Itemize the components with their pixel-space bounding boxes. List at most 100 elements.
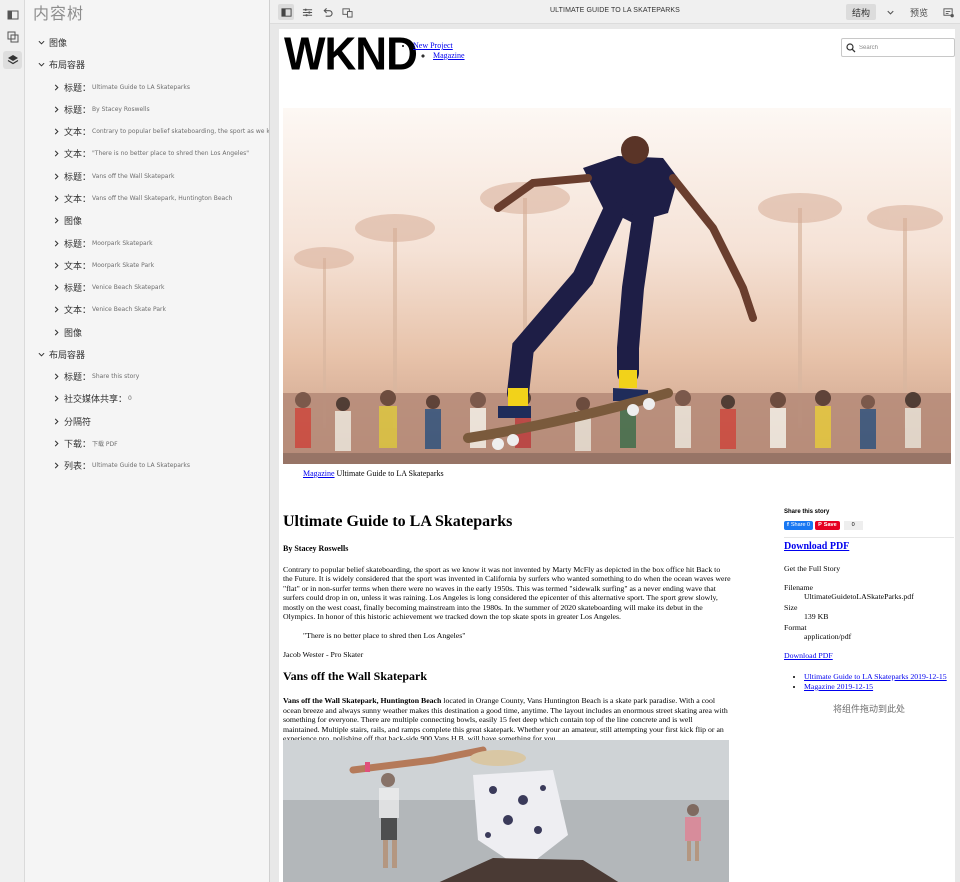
- preview-mode-button[interactable]: 预览: [910, 4, 928, 20]
- search-input[interactable]: [859, 41, 949, 55]
- social-share-row: f Share 0 P Save 0: [784, 520, 954, 538]
- tree-node[interactable]: 布局容器: [37, 55, 86, 73]
- article-main: Ultimate Guide to LA Skateparks By Stace…: [283, 509, 731, 743]
- facebook-share-label: Share 0: [790, 522, 811, 528]
- site-logo[interactable]: WKND: [284, 31, 418, 77]
- chevron-down-icon[interactable]: [37, 60, 46, 69]
- tree-node[interactable]: 文本： "There is no better place to shred th…: [52, 144, 249, 162]
- list-link[interactable]: Ultimate Guide to LA Skateparks 2019-12-…: [804, 672, 947, 681]
- tree-node-value: 0: [128, 394, 132, 402]
- tree-node-label: 图像: [64, 216, 83, 227]
- tree-node[interactable]: 图像: [37, 33, 68, 51]
- emulator-icon[interactable]: [339, 4, 355, 20]
- tree-node[interactable]: 列表： Ultimate Guide to LA Skateparks: [52, 456, 190, 474]
- chevron-right-icon[interactable]: [52, 394, 61, 403]
- pinterest-save-button[interactable]: P Save: [815, 520, 840, 530]
- chevron-down-icon[interactable]: [882, 4, 898, 20]
- tree-node[interactable]: 标题： Moorpark Skatepark: [52, 234, 153, 252]
- chevron-right-icon[interactable]: [52, 172, 61, 181]
- chevron-right-icon[interactable]: [52, 83, 61, 92]
- chevron-right-icon[interactable]: [52, 461, 61, 470]
- tree-node-label: 分隔符: [64, 417, 92, 428]
- content-tree-panel: 内容树 图像 布局容器 标题： Ultimate Guide to LA Skatep…: [25, 0, 270, 882]
- tree-node-label: 文本：: [64, 261, 92, 272]
- chevron-right-icon[interactable]: [52, 417, 61, 426]
- chevron-right-icon[interactable]: [52, 127, 61, 136]
- toggle-side-panel-icon[interactable]: [278, 4, 294, 20]
- tree-node[interactable]: 下载： 下载 PDF: [52, 434, 118, 452]
- search-box: [841, 38, 955, 57]
- article-quote: "There is no better place to shred then …: [303, 631, 466, 641]
- article-image: [283, 740, 729, 882]
- tree-node[interactable]: 图像: [52, 323, 83, 341]
- component-dropzone[interactable]: 将组件拖动到此处: [784, 702, 954, 715]
- nav-link-magazine[interactable]: Magazine: [433, 51, 465, 60]
- nav-item: New Project Magazine: [413, 41, 465, 61]
- search-icon: [846, 43, 856, 53]
- tree-node-value: Venice Beach Skate Park: [92, 305, 166, 313]
- page-properties-icon[interactable]: [299, 4, 315, 20]
- nav-link-new-project[interactable]: New Project: [413, 41, 453, 50]
- chevron-right-icon[interactable]: [52, 305, 61, 314]
- tree-node[interactable]: 文本： Contrary to popular belief skateboard…: [52, 122, 269, 140]
- tree-node[interactable]: 分隔符: [52, 412, 92, 430]
- download-pdf-link[interactable]: Download PDF: [784, 651, 954, 660]
- tree-node-value: Ultimate Guide to LA Skateparks: [92, 83, 190, 91]
- hero-image: [283, 108, 951, 464]
- structure-mode-button[interactable]: 结构: [846, 4, 876, 20]
- layers-icon[interactable]: [3, 51, 22, 69]
- tree-node-value: Venice Beach Skatepark: [92, 283, 165, 291]
- download-description: Get the Full Story: [784, 564, 841, 573]
- list-item: Ultimate Guide to LA Skateparks 2019-12-…: [804, 672, 954, 681]
- chevron-right-icon[interactable]: [52, 283, 61, 292]
- annotations-icon[interactable]: [940, 4, 956, 20]
- tree-node-value: Moorpark Skate Park: [92, 261, 155, 269]
- tree-node-label: 标题：: [64, 239, 92, 250]
- tree-node-value: "There is no better place to shred then …: [92, 149, 250, 157]
- tree-node[interactable]: 图像: [52, 211, 83, 229]
- list-link[interactable]: Magazine 2019-12-15: [804, 682, 873, 691]
- facebook-share-button[interactable]: f Share 0: [784, 520, 814, 530]
- tree-node[interactable]: 文本： Venice Beach Skate Park: [52, 300, 166, 318]
- chevron-right-icon[interactable]: [52, 149, 61, 158]
- tree-node[interactable]: 社交媒体共享： 0: [52, 389, 132, 407]
- tree-node[interactable]: 文本： Vans off the Wall Skatepark, Huntingt…: [52, 189, 232, 207]
- breadcrumb-link-magazine[interactable]: Magazine: [303, 469, 335, 478]
- download-title-link[interactable]: Download PDF: [784, 541, 954, 552]
- chevron-right-icon[interactable]: [52, 328, 61, 337]
- chevron-right-icon[interactable]: [52, 372, 61, 381]
- article-title: Ultimate Guide to LA Skateparks: [283, 513, 513, 530]
- tree-node[interactable]: 布局容器: [37, 345, 86, 363]
- tree-node-value: 下载 PDF: [92, 440, 118, 448]
- chevron-right-icon[interactable]: [52, 239, 61, 248]
- chevron-down-icon[interactable]: [37, 38, 46, 47]
- page-frame: WKND New Project Magazine: [279, 29, 955, 882]
- list-item: Magazine 2019-12-15: [804, 682, 954, 691]
- chevron-down-icon[interactable]: [37, 350, 46, 359]
- chevron-right-icon[interactable]: [52, 261, 61, 270]
- tree-node[interactable]: 标题： Venice Beach Skatepark: [52, 278, 165, 296]
- chevron-right-icon[interactable]: [52, 439, 61, 448]
- assets-icon[interactable]: [3, 28, 22, 46]
- tree-node[interactable]: 标题： Ultimate Guide to LA Skateparks: [52, 78, 190, 96]
- tree-node-label: 列表：: [64, 461, 92, 472]
- tree-node-label: 下载：: [64, 439, 92, 450]
- tree-node[interactable]: 标题： Vans off the Wall Skatepark: [52, 167, 174, 185]
- paragraph-bold-lead: Vans off the Wall Skatepark, Huntington …: [283, 696, 442, 706]
- chevron-right-icon[interactable]: [52, 216, 61, 225]
- tree-node-value: Vans off the Wall Skatepark: [92, 172, 175, 180]
- tree-node-label: 文本：: [64, 149, 92, 160]
- tree-node[interactable]: 文本： Moorpark Skate Park: [52, 256, 154, 274]
- chevron-right-icon[interactable]: [52, 105, 61, 114]
- pinterest-save-label: Save: [823, 522, 837, 528]
- article-paragraph-2: Vans off the Wall Skatepark, Huntington …: [283, 696, 731, 743]
- share-count: 0: [843, 520, 863, 530]
- undo-icon[interactable]: [319, 4, 335, 20]
- tree-node-label: 标题：: [64, 105, 92, 116]
- tree-node[interactable]: 标题： Share this story: [52, 367, 139, 385]
- tree-node-value: Moorpark Skatepark: [92, 239, 153, 247]
- article-paragraph: Contrary to popular belief skateboarding…: [283, 565, 731, 622]
- tree-node[interactable]: 标题： By Stacey Roswells: [52, 100, 150, 118]
- chevron-right-icon[interactable]: [52, 194, 61, 203]
- side-panel-toggle-icon[interactable]: [3, 6, 22, 24]
